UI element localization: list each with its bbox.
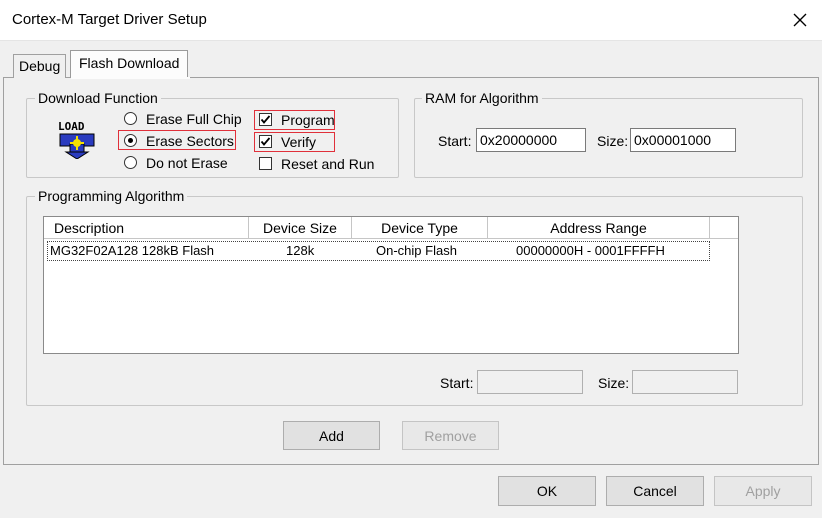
cell-device-type: On-chip Flash [376,243,457,258]
ram-start-input[interactable]: 0x20000000 [476,128,586,152]
erase-full-chip-radio[interactable] [124,112,137,125]
column-header-filler [710,217,738,239]
remove-button: Remove [402,421,499,450]
close-button[interactable] [782,4,818,36]
tab-join [71,77,190,79]
reset-and-run-checkbox[interactable] [259,157,272,170]
download-function-legend: Download Function [35,90,161,106]
column-header-address-range[interactable]: Address Range [488,217,710,239]
algo-start-input [477,370,583,394]
column-header-description[interactable]: Description [44,217,249,239]
radio-selected-dot [128,138,133,143]
svg-text:LOAD: LOAD [58,120,85,133]
ram-start-label: Start: [438,133,472,149]
checkmark-icon [260,137,271,146]
tab-debug-label: Debug [19,58,61,74]
do-not-erase-radio[interactable] [124,156,137,169]
column-header-device-type[interactable]: Device Type [352,217,488,239]
program-checkbox[interactable] [259,113,272,126]
tab-flash-download[interactable]: Flash Download [70,50,189,78]
column-header-device-size[interactable]: Device Size [249,217,352,239]
do-not-erase-label[interactable]: Do not Erase [146,155,228,171]
ok-button[interactable]: OK [498,476,596,506]
title-bar: Cortex-M Target Driver Setup [0,0,822,40]
window-title: Cortex-M Target Driver Setup [12,11,207,28]
add-button[interactable]: Add [283,421,380,450]
tab-flash-download-label: Flash Download [79,55,180,71]
checkmark-icon [260,115,271,124]
programming-algorithm-legend: Programming Algorithm [35,188,188,204]
algo-size-input [632,370,738,394]
cell-description: MG32F02A128 128kB Flash [50,243,215,258]
close-icon [793,13,807,27]
tab-debug[interactable]: Debug [13,54,67,78]
algorithm-table[interactable]: Description Device Size Device Type Addr… [43,216,739,354]
verify-label[interactable]: Verify [281,134,316,150]
algo-size-label: Size: [598,375,630,391]
program-label[interactable]: Program [281,112,335,128]
algo-start-label: Start: [440,375,474,391]
cell-address-range: 00000000H - 0001FFFFH [516,243,665,258]
cell-device-size: 128k [286,243,315,258]
erase-sectors-radio[interactable] [124,134,137,147]
erase-sectors-label[interactable]: Erase Sectors [146,133,234,149]
reset-and-run-label[interactable]: Reset and Run [281,156,374,172]
cancel-button[interactable]: Cancel [606,476,704,506]
ram-for-algorithm-legend: RAM for Algorithm [422,90,542,106]
ram-size-label: Size: [597,133,629,149]
load-icon: LOAD [56,119,100,160]
erase-full-chip-label[interactable]: Erase Full Chip [146,111,242,127]
ram-size-input[interactable]: 0x00001000 [630,128,736,152]
table-row[interactable]: MG32F02A128 128kB Flash 128k On-chip Fla… [47,241,710,261]
verify-checkbox[interactable] [259,135,272,148]
apply-button: Apply [714,476,812,506]
